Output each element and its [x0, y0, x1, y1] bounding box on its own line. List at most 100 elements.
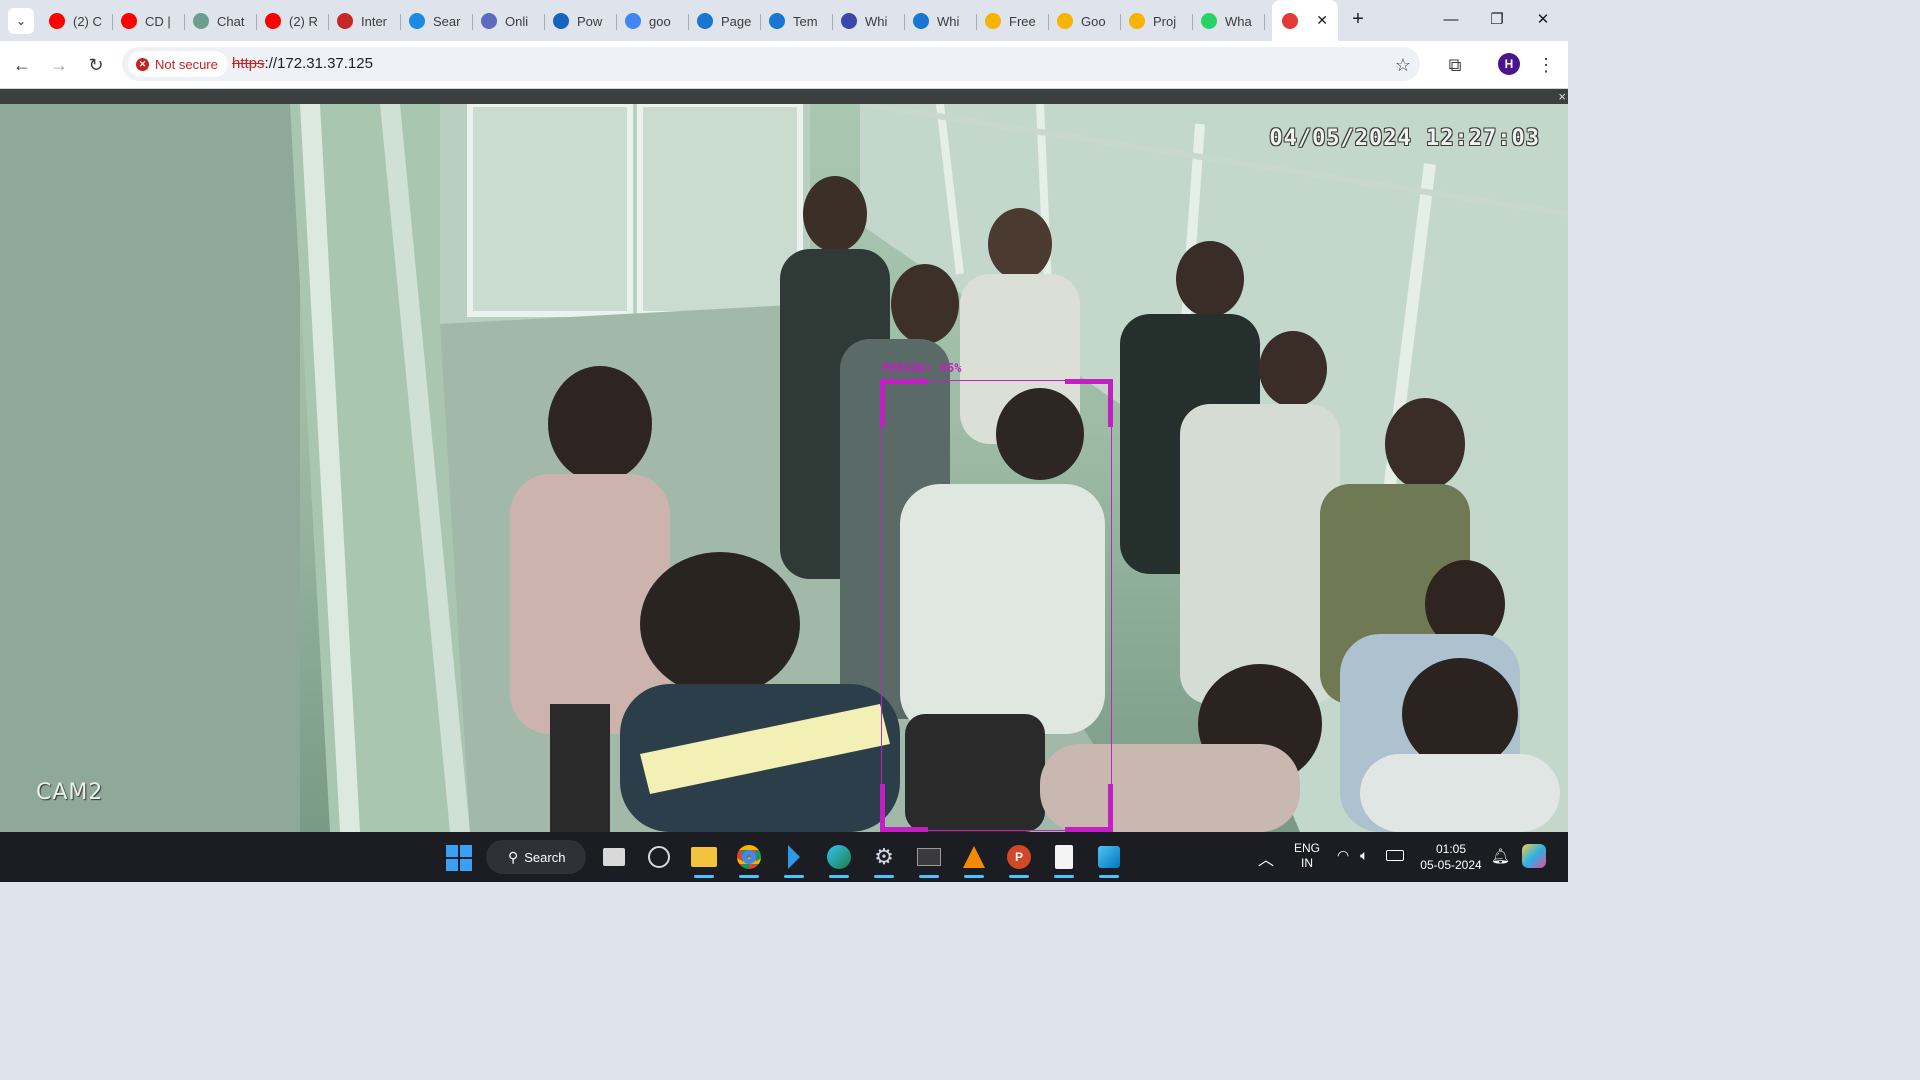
bookmark-button[interactable]: ☆ — [1389, 51, 1417, 79]
close-window-button[interactable]: ✕ — [1520, 0, 1566, 40]
chatgpt-icon — [193, 13, 209, 29]
chrome-icon[interactable] — [733, 841, 765, 878]
volume-icon[interactable]: 🔈︎ — [1360, 847, 1368, 864]
browser-tab[interactable]: Page — [689, 6, 761, 36]
notification-bell-icon[interactable]: 🔔︎ — [1491, 847, 1510, 865]
tab-title: Wha — [1225, 13, 1252, 29]
file-explorer-icon[interactable] — [688, 841, 720, 878]
browser-tab[interactable]: Chat — [185, 6, 257, 36]
box-corner-br — [1065, 784, 1113, 832]
back-arrow-icon: ← — [13, 55, 31, 75]
security-chip-label: Not secure — [155, 56, 218, 72]
minimize-button[interactable]: — — [1428, 0, 1474, 40]
powerpoint-icon[interactable]: P — [1003, 841, 1035, 878]
forms-icon — [553, 13, 569, 29]
tab-title: (2) R — [289, 13, 318, 29]
browser-tab[interactable]: Inter — [329, 6, 401, 36]
url-host: ://172.31.37.125 — [264, 55, 373, 72]
slides-icon — [1057, 13, 1073, 29]
new-tab-button[interactable]: + — [1346, 8, 1370, 32]
box-corner-tr — [1065, 379, 1113, 427]
puzzle-icon: ⧉ — [1448, 55, 1462, 75]
tab-title: (2) C — [73, 13, 102, 29]
browser-tab[interactable]: Pow — [545, 6, 617, 36]
wifi-icon[interactable]: ◠ — [1337, 847, 1349, 864]
browser-tab[interactable]: Free — [977, 6, 1049, 36]
tab-title: Whi — [937, 13, 960, 29]
reload-icon: ↻ — [88, 55, 104, 75]
language-top: ENG — [1293, 841, 1320, 855]
v-logo-icon — [409, 13, 425, 29]
browser-tab[interactable]: Goo — [1049, 6, 1121, 36]
detection-label: PERSON: 85% — [882, 361, 962, 375]
kebab-menu-icon: ⋮ — [1537, 55, 1555, 75]
browser-tab[interactable]: Onli — [473, 6, 545, 36]
url-text[interactable]: https://172.31.37.125 — [232, 55, 373, 72]
photos-icon[interactable] — [1093, 841, 1125, 878]
task-view-icon[interactable] — [598, 841, 630, 873]
browser-tab[interactable]: (2) C — [41, 6, 113, 36]
browser-tab[interactable]: Tem — [761, 6, 833, 36]
camera-feed: 04/05/2024 12:27:03 CAM2 PERSON: 85% — [0, 104, 1568, 832]
tab-strip: ⌄ (2) C CD | Chat (2) R Inter Sear Onli Pow goo P… — [0, 0, 1568, 41]
tray-overflow-button[interactable]: ︿ — [1258, 846, 1274, 870]
edge-icon[interactable] — [823, 841, 855, 878]
extensions-button[interactable]: ⧉ — [1441, 51, 1469, 79]
viewer-close-button[interactable]: × — [1558, 89, 1566, 104]
whiteboard-icon — [841, 13, 857, 29]
close-icon: ✕ — [1536, 11, 1550, 28]
vlc-icon[interactable] — [958, 841, 990, 878]
camera-timestamp: 04/05/2024 12:27:03 — [1269, 126, 1540, 151]
taskbar-clock[interactable]: 01:05 05-05-2024 — [1416, 841, 1486, 873]
taskbar-search[interactable]: ⚲ Search — [486, 840, 586, 874]
tab-title: Proj — [1153, 13, 1177, 29]
vscode-icon[interactable] — [778, 841, 810, 878]
address-bar[interactable]: ✕ Not secure https://172.31.37.125 — [122, 47, 1420, 81]
profile-avatar[interactable]: H — [1498, 53, 1520, 75]
browser-tab[interactable]: Whi — [833, 6, 905, 36]
camera-scene — [0, 104, 1568, 832]
google-icon — [625, 13, 641, 29]
blue-circle-icon — [481, 13, 497, 29]
forward-button[interactable]: → — [45, 51, 73, 79]
page-content: × 04/05/2024 12:27:03 CAM2 PERSON: 85% — [0, 89, 1568, 832]
menu-button[interactable]: ⋮ — [1532, 51, 1560, 79]
tab-separator — [1264, 14, 1265, 30]
tab-title: Chat — [217, 13, 245, 29]
notepad-icon[interactable] — [1048, 841, 1080, 878]
language-indicator[interactable]: ENG IN — [1290, 841, 1324, 871]
browser-tab[interactable]: Whi — [905, 6, 977, 36]
detection-bounding-box — [880, 379, 1113, 832]
security-chip[interactable]: ✕ Not secure — [128, 51, 228, 77]
browser-tab[interactable]: Proj — [1121, 6, 1193, 36]
restore-button[interactable]: ❐ — [1474, 0, 1520, 40]
copilot-tray-icon[interactable] — [1522, 844, 1546, 868]
tab-title: Goo — [1081, 13, 1106, 29]
browser-tab[interactable]: ✕ — [1272, 0, 1338, 41]
browser-tab[interactable]: (2) R — [257, 6, 329, 36]
tab-search-button[interactable]: ⌄ — [8, 8, 34, 34]
browser-tab[interactable]: goo — [617, 6, 689, 36]
battery-icon[interactable] — [1386, 850, 1404, 861]
chevron-up-icon: ︿ — [1258, 852, 1275, 869]
clock-date: 05-05-2024 — [1420, 858, 1482, 872]
browser-toolbar: ← → ↻ ✕ Not secure https://172.31.37.125… — [0, 41, 1568, 89]
copilot-icon[interactable] — [643, 841, 675, 873]
language-bottom: IN — [1301, 856, 1313, 870]
browser-tab[interactable]: CD | — [113, 6, 185, 36]
reload-button[interactable]: ↻ — [82, 51, 110, 79]
clock-time: 01:05 — [1435, 842, 1467, 856]
settings-icon[interactable]: ⚙ — [868, 841, 900, 878]
tab-title: Free — [1009, 13, 1036, 29]
box-corner-tl — [880, 379, 928, 427]
door-panel-right — [637, 104, 803, 317]
browser-tab[interactable]: Wha — [1193, 6, 1265, 36]
camera-label: CAM2 — [36, 780, 104, 805]
terminal-icon[interactable] — [913, 841, 945, 878]
tab-title: Inter — [361, 13, 388, 29]
back-button[interactable]: ← — [8, 51, 36, 79]
windows-start-icon[interactable] — [446, 845, 472, 871]
browser-tab[interactable]: Sear — [401, 6, 473, 36]
close-tab-icon[interactable]: ✕ — [1316, 12, 1328, 29]
restore-icon: ❐ — [1490, 11, 1504, 28]
